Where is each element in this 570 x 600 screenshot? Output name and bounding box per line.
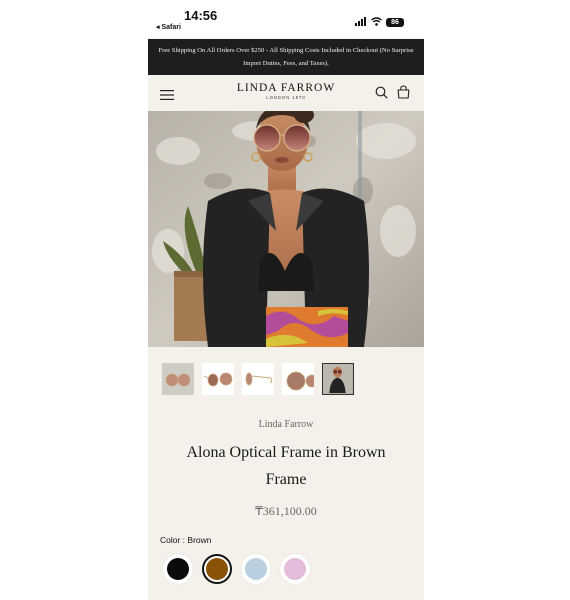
product-title: Alona Optical Frame in Brown Frame [186, 444, 386, 488]
status-icons: 86 [355, 13, 404, 31]
swatch-pink-fill [284, 558, 306, 580]
swatch-pink[interactable] [280, 554, 310, 584]
thumbnail-detail-view[interactable] [282, 363, 319, 395]
thumbnail-angle-view[interactable] [202, 363, 234, 395]
product-hero-image[interactable] [148, 111, 424, 347]
bag-icon[interactable] [397, 85, 410, 104]
product-vendor[interactable]: Linda Farrow [148, 419, 424, 430]
swatch-brown[interactable] [202, 554, 232, 584]
swatch-black[interactable] [163, 554, 193, 584]
status-time: 14:56 [184, 8, 218, 23]
phone-screen: 14:56 ◂ Safari 86 Free Shipping On All O… [148, 0, 424, 600]
wifi-icon [371, 13, 382, 31]
thumbnail-front-view[interactable] [162, 363, 194, 395]
thumbnail-side-view[interactable] [242, 363, 274, 395]
product-price: ₸361,100.00 [255, 504, 317, 518]
status-bar: 14:56 ◂ Safari 86 [148, 0, 424, 38]
battery-icon: 86 [386, 17, 404, 27]
swatch-light-blue-fill [245, 558, 267, 580]
swatch-black-fill [167, 558, 189, 580]
announcement-bar: Free Shipping On All Orders Over $250 - … [148, 39, 424, 75]
thumbnail-strip [148, 347, 424, 411]
swatch-brown-fill [206, 558, 228, 580]
thumbnail-model-view[interactable] [322, 363, 354, 395]
back-to-safari-link[interactable]: ◂ Safari [156, 23, 181, 31]
site-header: LINDA FARROW LONDON 1970 [148, 75, 424, 111]
swatch-light-blue[interactable] [241, 554, 271, 584]
color-label: Color : Brown [160, 535, 212, 545]
cellular-signal-icon [355, 13, 367, 31]
search-icon[interactable] [375, 86, 388, 104]
